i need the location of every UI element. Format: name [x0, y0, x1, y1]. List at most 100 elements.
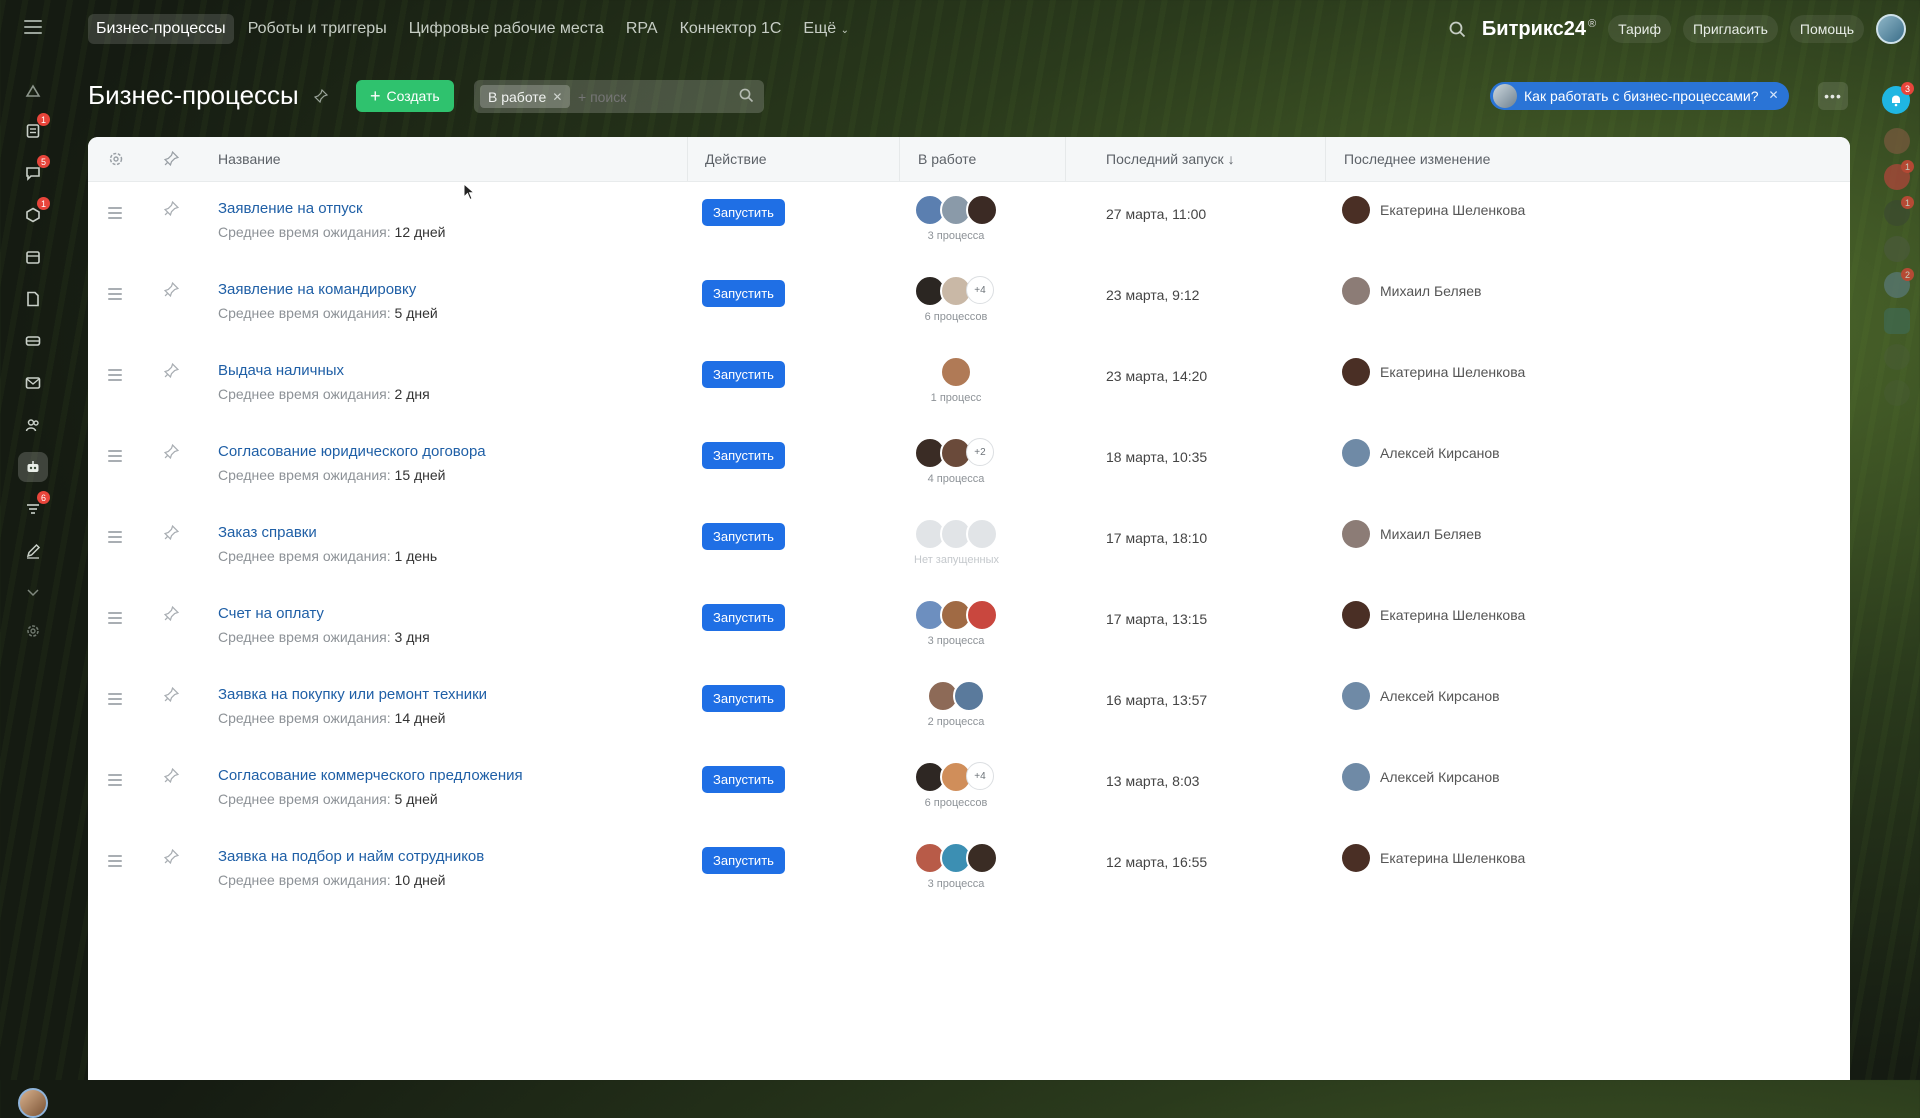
drag-handle-icon[interactable]: [108, 693, 122, 708]
contact-avatar[interactable]: [1884, 236, 1910, 262]
column-header-last-run[interactable]: Последний запуск ↓: [1106, 151, 1235, 167]
participant-avatar[interactable]: [966, 842, 998, 874]
run-button[interactable]: Запустить: [702, 766, 785, 793]
process-name-link[interactable]: Заявка на покупку или ремонт техники: [218, 686, 487, 703]
last-change-user[interactable]: Екатерина Шеленкова: [1342, 196, 1525, 224]
process-name-link[interactable]: Согласование коммерческого предложения: [218, 767, 523, 784]
settings-gear-icon[interactable]: [18, 616, 48, 646]
process-name-link[interactable]: Заявка на подбор и найм сотрудников: [218, 848, 484, 865]
topnav-business-processes[interactable]: Бизнес-процессы: [88, 14, 234, 44]
more-options-button[interactable]: •••: [1818, 82, 1848, 110]
last-change-user[interactable]: Михаил Беляев: [1342, 277, 1481, 305]
process-name-link[interactable]: Заказ справки: [218, 524, 317, 541]
process-count[interactable]: 6 процессов: [914, 311, 998, 323]
column-header-name[interactable]: Название: [218, 151, 281, 167]
documents-icon[interactable]: [18, 284, 48, 314]
filter-search-icon[interactable]: [739, 88, 754, 108]
drag-handle-icon[interactable]: [108, 450, 122, 465]
last-change-user[interactable]: Алексей Кирсанов: [1342, 439, 1500, 467]
mail-icon[interactable]: [18, 368, 48, 398]
sites-icon[interactable]: 6: [18, 491, 50, 524]
participants-avatars[interactable]: [914, 599, 1004, 631]
process-name-link[interactable]: Согласование юридического договора: [218, 443, 486, 460]
run-button[interactable]: Запустить: [702, 280, 785, 307]
contact-avatar[interactable]: 1: [1884, 160, 1914, 190]
column-header-last-change[interactable]: Последнее изменение: [1344, 151, 1490, 167]
participants-avatars[interactable]: [914, 842, 1004, 874]
invite-button[interactable]: Пригласить: [1682, 15, 1778, 43]
drag-handle-icon[interactable]: [108, 855, 122, 870]
tasks-icon[interactable]: 1: [18, 113, 50, 146]
filter-chip[interactable]: В работе ✕: [480, 85, 571, 108]
topnav-robots-triggers[interactable]: Роботы и триггеры: [240, 14, 395, 44]
help-button[interactable]: Помощь: [1789, 15, 1864, 43]
process-name-link[interactable]: Выдача наличных: [218, 362, 344, 379]
pin-icon[interactable]: [163, 443, 180, 464]
pin-icon[interactable]: [163, 362, 180, 383]
run-button[interactable]: Запустить: [702, 199, 785, 226]
automation-icon[interactable]: [18, 452, 48, 482]
participant-avatar[interactable]: [953, 680, 985, 712]
menu-icon[interactable]: [24, 20, 42, 34]
process-count[interactable]: 3 процесса: [914, 230, 998, 242]
last-change-user[interactable]: Михаил Беляев: [1342, 520, 1481, 548]
process-count[interactable]: 3 процесса: [914, 878, 998, 890]
sign-icon[interactable]: [18, 536, 48, 566]
contact-avatar[interactable]: 1: [1884, 196, 1914, 226]
run-button[interactable]: Запустить: [702, 442, 785, 469]
run-button[interactable]: Запустить: [702, 523, 785, 550]
column-header-action[interactable]: Действие: [705, 151, 767, 167]
run-button[interactable]: Запустить: [702, 847, 785, 874]
last-change-user[interactable]: Екатерина Шеленкова: [1342, 601, 1525, 629]
group-avatar[interactable]: [1884, 308, 1910, 334]
contact-avatar[interactable]: [1884, 128, 1910, 154]
pin-icon[interactable]: [313, 88, 329, 108]
participant-avatar[interactable]: [966, 599, 998, 631]
last-change-user[interactable]: Екатерина Шеленкова: [1342, 358, 1525, 386]
process-count[interactable]: 1 процесс: [914, 392, 998, 404]
expand-chevron-icon[interactable]: [18, 578, 48, 608]
participants-avatars[interactable]: +2: [914, 437, 1004, 469]
contact-avatar[interactable]: [1884, 344, 1910, 370]
drag-handle-icon[interactable]: [108, 207, 122, 222]
participants-avatars[interactable]: [914, 518, 1004, 550]
search-input[interactable]: [576, 88, 730, 106]
header-pin-icon[interactable]: [163, 150, 180, 171]
table-settings-gear-icon[interactable]: [108, 151, 124, 172]
process-count[interactable]: Нет запущенных: [914, 554, 999, 566]
topnav-digital-workplaces[interactable]: Цифровые рабочие места: [401, 14, 612, 44]
topnav-more[interactable]: Ещё ⌄: [795, 14, 857, 44]
contact-avatar[interactable]: [1884, 380, 1910, 406]
topnav-1c-connector[interactable]: Коннектор 1С: [672, 14, 790, 44]
column-header-in-work[interactable]: В работе: [918, 151, 976, 167]
pin-icon[interactable]: [163, 848, 180, 869]
pin-icon[interactable]: [163, 767, 180, 788]
run-button[interactable]: Запустить: [702, 685, 785, 712]
process-name-link[interactable]: Заявление на командировку: [218, 281, 416, 298]
topnav-rpa[interactable]: RPA: [618, 14, 666, 44]
run-button[interactable]: Запустить: [702, 604, 785, 631]
user-avatar[interactable]: [1876, 14, 1906, 44]
process-count[interactable]: 3 процесса: [914, 635, 998, 647]
drag-handle-icon[interactable]: [108, 288, 122, 303]
contact-avatar[interactable]: 2: [1884, 268, 1914, 298]
last-change-user[interactable]: Екатерина Шеленкова: [1342, 844, 1525, 872]
run-button[interactable]: Запустить: [702, 361, 785, 388]
calendar-icon[interactable]: [18, 242, 48, 272]
process-count[interactable]: 4 процесса: [914, 473, 998, 485]
chat-icon[interactable]: 5: [18, 155, 50, 188]
more-participants-badge[interactable]: +4: [966, 276, 994, 304]
more-participants-badge[interactable]: +4: [966, 762, 994, 790]
participants-avatars[interactable]: +4: [914, 275, 1004, 307]
employees-icon[interactable]: [18, 410, 48, 440]
drag-handle-icon[interactable]: [108, 531, 122, 546]
help-howto-link[interactable]: Как работать с бизнес-процессами? ✕: [1490, 82, 1789, 110]
pin-icon[interactable]: [163, 605, 180, 626]
participant-avatar[interactable]: [940, 356, 972, 388]
drag-handle-icon[interactable]: [108, 612, 122, 627]
participant-avatar[interactable]: [966, 194, 998, 226]
drive-icon[interactable]: [18, 326, 48, 356]
drag-handle-icon[interactable]: [108, 369, 122, 384]
close-icon[interactable]: ✕: [1768, 88, 1778, 102]
search-icon[interactable]: [1446, 17, 1470, 41]
